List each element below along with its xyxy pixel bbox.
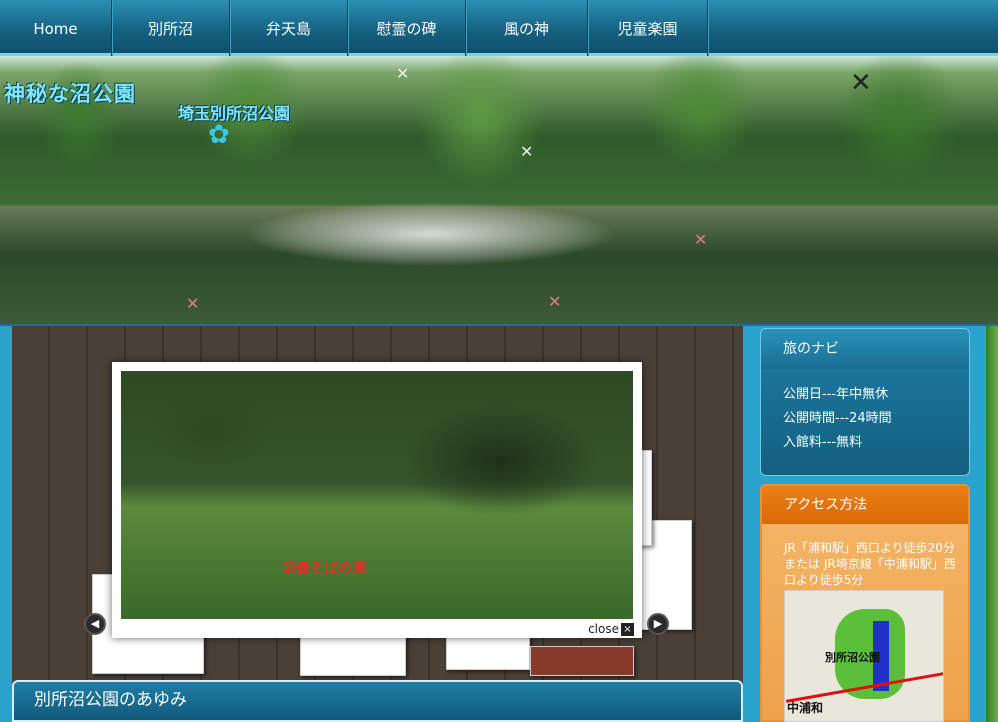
left-edge [0, 326, 12, 722]
section-title: 別所沼公園のあゆみ [12, 680, 743, 722]
dragonfly-icon: ✕ [694, 230, 708, 249]
dragonfly-icon: ✕ [548, 292, 562, 311]
hawk-icon: ✕ [850, 68, 872, 98]
map-park-label: 別所沼公園 [825, 651, 880, 664]
next-arrow-icon[interactable]: ▶ [647, 613, 669, 635]
access-title: アクセス方法 [762, 486, 968, 524]
access-box: アクセス方法 JR「浦和駅」西口より徒歩20分または JR埼京線「中浦和駅」西口… [760, 484, 970, 722]
nav-kaze-no-kami[interactable]: 風の神 [466, 0, 588, 56]
admission-fee: 入館料---無料 [783, 435, 863, 450]
open-days: 公開日---年中無休 [783, 387, 889, 402]
middle-edge [743, 326, 757, 722]
access-map[interactable]: 別所沼公園 中浦和 [784, 590, 944, 722]
bird-icon: ✕ [396, 64, 410, 83]
travel-nav-box: 旅のナビ 公開日---年中無休 公開時間---24時間 入館料---無料 [760, 328, 970, 476]
hero-banner: ✕ ✕ ✕ ✿ ✕ ✕ ✕ 神秘な沼公園 埼玉別所沼公園 [0, 56, 998, 324]
heron-icon: ✕ [520, 142, 534, 161]
close-label: close [588, 622, 619, 636]
right-strip [986, 326, 998, 722]
nav-home[interactable]: Home [0, 0, 112, 56]
access-directions: JR「浦和駅」西口より徒歩20分または JR埼京線「中浦和駅」西口より徒歩5分 [784, 541, 956, 587]
close-icon: × [621, 623, 634, 636]
nav-irei-no-hi[interactable]: 慰霊の碑 [348, 0, 466, 56]
butterfly-icon: ✿ [208, 120, 230, 150]
lightbox-caption: 宗像そばの滝 [282, 561, 366, 577]
dragonfly-icon: ✕ [186, 294, 200, 313]
site-subtitle: 埼玉別所沼公園 [178, 104, 291, 123]
lightbox-image [121, 371, 633, 619]
top-nav: Home 別所沼 弁天島 慰霊の碑 風の神 児童楽園 [0, 0, 998, 56]
nav-bessho-numa[interactable]: 別所沼 [112, 0, 230, 56]
travel-nav-title: 旅のナビ [761, 329, 969, 369]
open-hours: 公開時間---24時間 [783, 411, 892, 426]
nav-jido-rakuen[interactable]: 児童楽園 [588, 0, 708, 56]
nav-bentenjima[interactable]: 弁天島 [230, 0, 348, 56]
fountain [200, 174, 660, 284]
lightbox: 宗像そばの滝 close × [112, 362, 642, 638]
map-station-label: 中浦和 [787, 701, 824, 715]
prev-arrow-icon[interactable]: ◀ [84, 613, 106, 635]
site-title: 神秘な沼公園 [4, 82, 136, 106]
lightbox-close-button[interactable]: close × [588, 622, 634, 636]
gallery-thumbnail[interactable] [530, 646, 634, 676]
